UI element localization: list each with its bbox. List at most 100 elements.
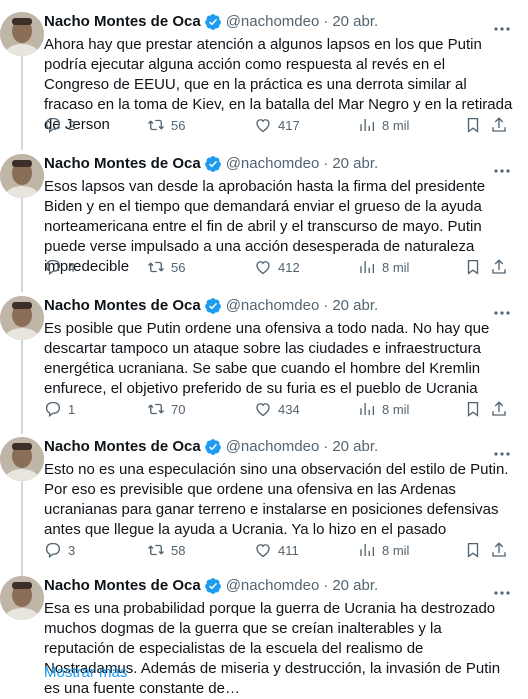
heart-icon (256, 544, 270, 558)
reply-button[interactable]: 2 (44, 115, 75, 135)
verified-badge-icon (204, 578, 221, 594)
verified-badge-icon (204, 298, 221, 314)
separator-dot: · (323, 297, 329, 314)
bookmark-button[interactable] (464, 540, 486, 560)
timestamp[interactable]: 20 abr. (332, 437, 378, 457)
timestamp[interactable]: 20 abr. (332, 12, 378, 32)
reply-count: 3 (68, 542, 76, 558)
author-name[interactable]: Nacho Montes de Oca (44, 154, 201, 174)
views-icon (360, 119, 375, 131)
retweet-count: 56 (171, 259, 186, 275)
views-button[interactable]: 8 mil (358, 540, 409, 560)
retweet-count: 70 (171, 401, 186, 417)
views-count: 8 mil (382, 401, 410, 417)
author-name[interactable]: Nacho Montes de Oca (44, 296, 201, 316)
reply-button[interactable]: 1 (44, 399, 75, 419)
retweet-button[interactable]: 56 (147, 257, 185, 277)
tweet-text: Es posible que Putin ordene una ofensiva… (44, 320, 490, 397)
views-button[interactable]: 8 mil (358, 115, 409, 135)
tweet[interactable]: Nacho Montes de Oca @nachomdeo · 20 abr.… (0, 12, 528, 137)
reply-button[interactable]: 3 (44, 540, 75, 560)
author-handle[interactable]: @nachomdeo (226, 296, 320, 316)
reply-count: 1 (68, 401, 76, 417)
tweet[interactable]: Nacho Montes de Oca @nachomdeo · 20 abr.… (0, 296, 528, 421)
author-handle[interactable]: @nachomdeo (226, 154, 320, 174)
reply-icon (45, 401, 61, 418)
views-icon (360, 261, 375, 273)
views-button[interactable]: 8 mil (358, 257, 409, 277)
tweet-text: Esa es una probabilidad porque la guerra… (44, 600, 501, 697)
views-count: 8 mil (382, 117, 410, 133)
like-count: 412 (278, 259, 300, 275)
bookmark-button[interactable] (464, 115, 486, 135)
separator-dot: · (323, 13, 329, 30)
bookmark-icon (467, 542, 479, 558)
share-icon (492, 401, 506, 416)
action-bar: 1 70 434 8 mil (44, 399, 514, 419)
author-handle[interactable]: @nachomdeo (226, 12, 320, 32)
heart-icon (256, 119, 270, 133)
share-button[interactable] (490, 115, 512, 135)
retweet-icon (148, 403, 164, 415)
timestamp[interactable]: 20 abr. (332, 154, 378, 174)
retweet-icon (148, 261, 164, 273)
author-handle[interactable]: @nachomdeo (226, 576, 320, 596)
avatar[interactable] (0, 296, 44, 340)
author-name[interactable]: Nacho Montes de Oca (44, 437, 201, 457)
action-bar: 4 56 412 8 mil (44, 257, 514, 277)
retweet-count: 58 (171, 542, 186, 558)
heart-icon (256, 403, 270, 417)
share-icon (492, 542, 506, 557)
action-bar: 2 56 417 8 mil (44, 115, 514, 135)
reply-icon (45, 259, 61, 276)
timestamp[interactable]: 20 abr. (332, 576, 378, 596)
reply-count: 2 (68, 117, 76, 133)
show-more-link[interactable]: Mostrar más (44, 663, 127, 683)
like-button[interactable]: 417 (254, 115, 300, 135)
retweet-button[interactable]: 70 (147, 399, 185, 419)
author-handle[interactable]: @nachomdeo (226, 437, 320, 457)
tweet[interactable]: Nacho Montes de Oca @nachomdeo · 20 abr.… (0, 437, 528, 562)
like-count: 434 (278, 401, 300, 417)
like-button[interactable]: 412 (254, 257, 300, 277)
views-button[interactable]: 8 mil (358, 399, 409, 419)
bookmark-icon (467, 401, 479, 417)
bookmark-button[interactable] (464, 399, 486, 419)
share-icon (492, 117, 506, 132)
heart-icon (256, 261, 270, 275)
like-button[interactable]: 411 (254, 540, 299, 560)
avatar[interactable] (0, 576, 44, 620)
bookmark-button[interactable] (464, 257, 486, 277)
share-icon (492, 259, 506, 274)
views-icon (360, 544, 375, 556)
bookmark-icon (467, 117, 479, 133)
action-bar: 3 58 411 8 mil (44, 540, 514, 560)
retweet-button[interactable]: 56 (147, 115, 185, 135)
verified-badge-icon (204, 439, 221, 455)
reply-icon (45, 117, 61, 134)
bookmark-icon (467, 259, 479, 275)
tweet[interactable]: Nacho Montes de Oca @nachomdeo · 20 abr.… (0, 154, 528, 279)
author-name[interactable]: Nacho Montes de Oca (44, 12, 201, 32)
reply-button[interactable]: 4 (44, 257, 75, 277)
verified-badge-icon (204, 156, 221, 172)
separator-dot: · (323, 577, 329, 594)
views-count: 8 mil (382, 542, 410, 558)
views-icon (360, 403, 375, 415)
avatar[interactable] (0, 154, 44, 198)
share-button[interactable] (490, 540, 512, 560)
reply-icon (45, 542, 61, 559)
timestamp[interactable]: 20 abr. (332, 296, 378, 316)
author-name[interactable]: Nacho Montes de Oca (44, 576, 201, 596)
share-button[interactable] (490, 399, 512, 419)
like-count: 411 (278, 542, 299, 558)
retweet-button[interactable]: 58 (147, 540, 185, 560)
reply-count: 4 (68, 259, 76, 275)
avatar[interactable] (0, 437, 44, 481)
share-button[interactable] (490, 257, 512, 277)
like-count: 417 (278, 117, 300, 133)
avatar[interactable] (0, 12, 44, 56)
separator-dot: · (323, 155, 329, 172)
like-button[interactable]: 434 (254, 399, 300, 419)
retweet-count: 56 (171, 117, 186, 133)
